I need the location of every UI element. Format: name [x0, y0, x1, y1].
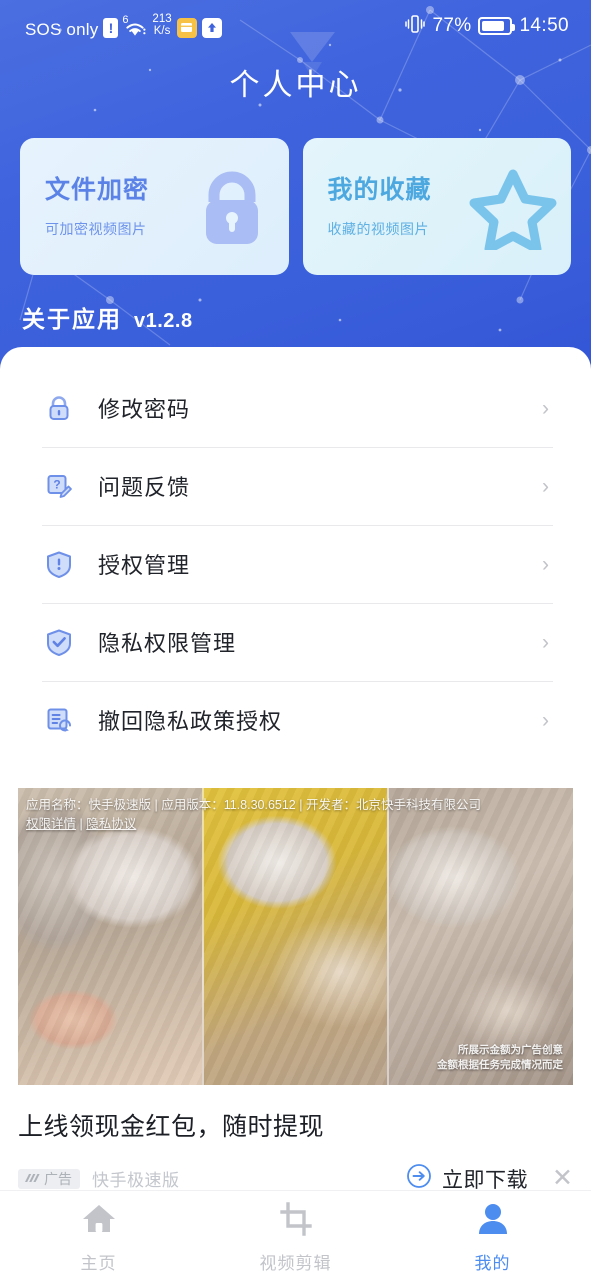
clock-label: 14:50: [519, 15, 569, 36]
list-item-label: 修改密码: [98, 397, 191, 422]
chevron-right-icon: ›: [542, 552, 549, 576]
ad-legal-links: 权限详情 | 隐私协议: [26, 815, 565, 834]
lock-icon: [42, 391, 76, 425]
feedback-pencil-icon: ?: [42, 469, 76, 503]
list-item-label: 隐私权限管理: [98, 631, 237, 656]
chevron-right-icon: ›: [542, 396, 549, 420]
chevron-right-icon: ›: [542, 630, 549, 654]
carrier-label: SOS only: [25, 19, 99, 39]
network-speed-indicator: 213 K/s: [152, 13, 172, 37]
card-file-encryption[interactable]: 文件加密 可加密视频图片: [20, 138, 289, 275]
tab-video-editing[interactable]: 视频剪辑: [197, 1191, 394, 1280]
list-item-label: 撤回隐私政策授权: [98, 709, 283, 734]
status-bar-right: 77% 14:50: [404, 14, 591, 39]
list-item-change-password[interactable]: 修改密码 ›: [38, 369, 553, 447]
list-item-label: 问题反馈: [98, 475, 191, 500]
card-title: 我的收藏: [327, 176, 432, 204]
list-item-privacy-permission-management[interactable]: 隐私权限管理 ›: [38, 603, 553, 681]
close-icon[interactable]: ✕: [552, 1166, 573, 1191]
card-icon: [176, 17, 197, 38]
list-item-label: 授权管理: [98, 553, 191, 578]
crop-icon: [277, 1201, 315, 1242]
tab-label: 我的: [474, 1254, 511, 1273]
status-bar-left: SOS only ! 6 213 K/s: [0, 13, 222, 39]
list-item-revoke-privacy-authorization[interactable]: 撤回隐私政策授权 ›: [38, 681, 553, 759]
document-revoke-icon: [42, 703, 76, 737]
upload-arrow-icon: [201, 17, 222, 38]
card-subtitle: 可加密视频图片: [45, 221, 147, 237]
ad-headline: 上线领现金红包，随时提现: [18, 1113, 325, 1141]
battery-percent-label: 77%: [432, 15, 472, 36]
network-speed-value: 213: [152, 13, 172, 26]
battery-icon: [478, 17, 516, 35]
tab-profile[interactable]: 我的: [394, 1191, 591, 1280]
alert-badge-icon: !: [103, 17, 119, 38]
network-speed-unit: K/s: [153, 25, 171, 37]
shield-check-icon: [42, 625, 76, 659]
ad-permission-details-link[interactable]: 权限详情: [26, 817, 76, 831]
wifi-icon: 6: [122, 13, 147, 38]
status-bar: SOS only ! 6 213 K/s 77% 14:50: [0, 0, 591, 52]
list-item-authorization-management[interactable]: 授权管理 ›: [38, 525, 553, 603]
ad-link-separator: |: [76, 817, 87, 832]
page-title: 个人中心: [229, 69, 362, 102]
shield-alert-icon: [42, 547, 76, 581]
ad-media-strip[interactable]: 应用名称：快手极速版 | 应用版本：11.8.30.6512 | 开发者：北京快…: [18, 788, 573, 1085]
chevron-right-icon: ›: [542, 708, 549, 732]
bottom-navigation-bar: 主页 视频剪辑 我的: [0, 1190, 591, 1280]
chevron-right-icon: ›: [542, 474, 549, 498]
ad-privacy-policy-link[interactable]: 隐私协议: [86, 817, 136, 831]
about-section-header: 关于应用 v1.2.8: [22, 300, 193, 334]
advertisement-banner[interactable]: 应用名称：快手极速版 | 应用版本：11.8.30.6512 | 开发者：北京快…: [0, 778, 591, 1194]
card-title: 文件加密: [45, 176, 150, 204]
about-label: 关于应用: [22, 306, 122, 332]
card-subtitle: 收藏的视频图片: [327, 221, 429, 237]
tab-label: 视频剪辑: [259, 1254, 332, 1273]
app-version-label: v1.2.8: [134, 310, 193, 332]
ad-label-badge: 广告: [18, 1168, 80, 1189]
ad-legal-overlay: 应用名称：快手极速版 | 应用版本：11.8.30.6512 | 开发者：北京快…: [18, 796, 573, 835]
person-icon: [474, 1201, 512, 1242]
ad-legal-line: 应用名称：快手极速版 | 应用版本：11.8.30.6512 | 开发者：北京快…: [26, 798, 481, 812]
wifi-generation-label: 6: [122, 13, 129, 26]
vibrate-icon: [404, 14, 426, 39]
card-my-favorites[interactable]: 我的收藏 收藏的视频图片: [302, 138, 571, 275]
phone-screen: SOS only ! 6 213 K/s 77% 14:50 个人中心 文件加密…: [0, 0, 591, 1280]
home-icon: [80, 1201, 118, 1242]
svg-text:?: ?: [53, 478, 60, 492]
ad-disclaimer-line-2: 金额根据任务完成情况而定: [437, 1058, 563, 1071]
ad-disclaimer-line-1: 所展示金额为广告创意: [458, 1043, 563, 1056]
ad-disclaimer-watermark: 所展示金额为广告创意 金额根据任务完成情况而定: [437, 1043, 563, 1073]
ad-stripes-icon: [25, 1174, 40, 1182]
tab-home[interactable]: 主页: [0, 1191, 197, 1280]
tab-label: 主页: [80, 1254, 117, 1273]
feature-cards: 文件加密 可加密视频图片 我的收藏 收藏的视频图片: [0, 138, 591, 275]
settings-list: 修改密码 › ? 问题反馈 › 授权管理 › 隐私权限管理 › 撤回隐私政策授权…: [0, 347, 591, 759]
header-hero: SOS only ! 6 213 K/s 77% 14:50 个人中心 文件加密…: [0, 0, 591, 380]
ad-badge-label: 广告: [44, 1170, 72, 1187]
list-item-feedback[interactable]: ? 问题反馈 ›: [38, 447, 553, 525]
ad-download-label: 立即下载: [442, 1168, 529, 1192]
ad-brand-name: 快手极速版: [92, 1171, 180, 1190]
